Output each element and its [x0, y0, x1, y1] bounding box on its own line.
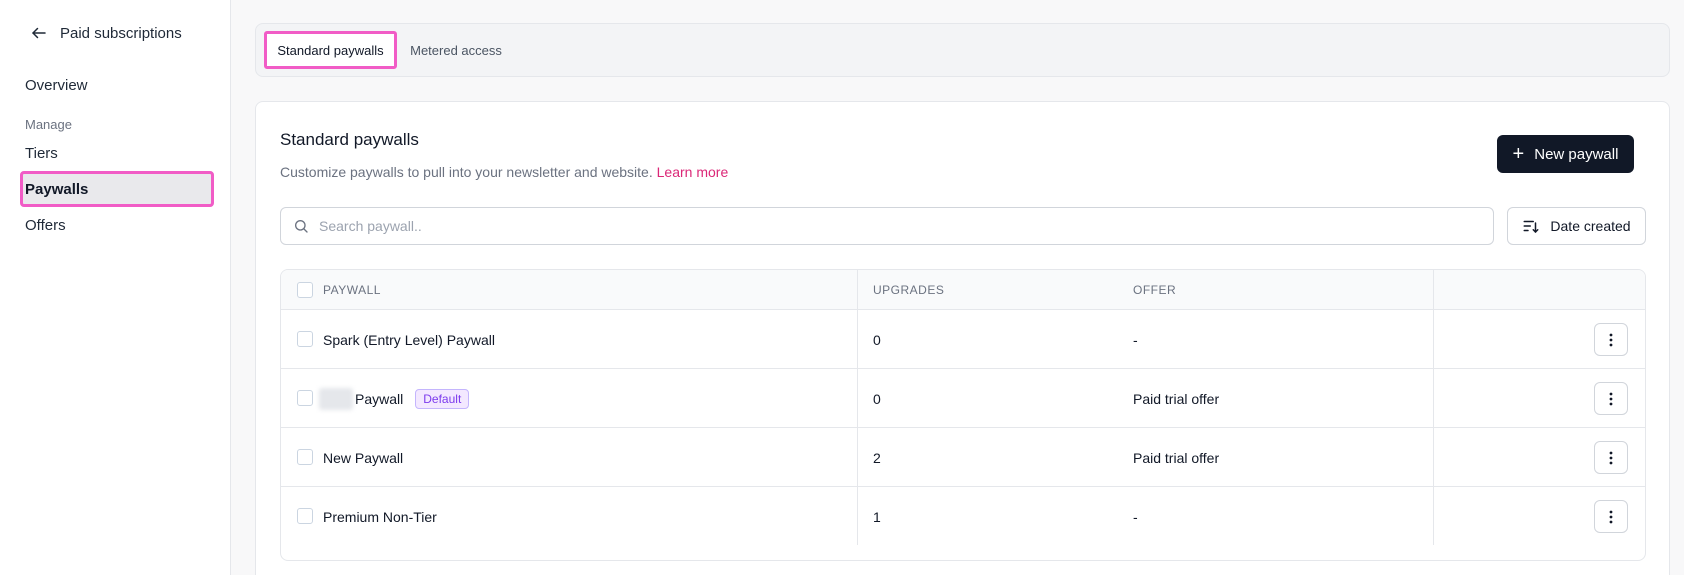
- more-vertical-icon: [1609, 510, 1613, 523]
- description-text: Customize paywalls to pull into your new…: [280, 164, 653, 180]
- paywall-name: Premium Non-Tier: [323, 508, 437, 525]
- search-icon: [295, 220, 308, 233]
- sidebar-item-paywalls[interactable]: Paywalls: [20, 171, 214, 207]
- upgrades-value: 1: [873, 508, 881, 525]
- row-menu-button[interactable]: [1594, 323, 1628, 356]
- column-header-upgrades: UPGRADES: [873, 283, 945, 297]
- upgrades-value: 0: [873, 390, 881, 407]
- paywall-name-cell: Paywall Default: [319, 369, 470, 428]
- select-all-checkbox[interactable]: [297, 282, 313, 298]
- paywall-name: Spark (Entry Level) Paywall: [323, 331, 495, 348]
- page-title: Standard paywalls: [280, 130, 419, 149]
- arrow-left-icon: [32, 27, 46, 39]
- table-row[interactable]: Paywall Default 0 Paid trial offer: [281, 369, 1645, 428]
- row-menu-button[interactable]: [1594, 500, 1628, 533]
- paywalls-table: PAYWALL UPGRADES OFFER Spark (Entry Leve…: [280, 269, 1646, 561]
- column-header-paywall: PAYWALL: [323, 283, 381, 297]
- offer-value: Paid trial offer: [1133, 390, 1220, 407]
- paywalls-card: Standard paywalls Customize paywalls to …: [255, 101, 1670, 575]
- row-menu-button[interactable]: [1594, 382, 1628, 415]
- row-checkbox[interactable]: [297, 508, 313, 524]
- back-link-label: Paid subscriptions: [60, 24, 182, 42]
- sidebar-item-offers[interactable]: Offers: [20, 207, 214, 243]
- more-vertical-icon: [1609, 392, 1613, 405]
- more-vertical-icon: [1609, 333, 1613, 346]
- paywall-name: New Paywall: [323, 449, 404, 466]
- sort-label: Date created: [1550, 218, 1631, 234]
- offer-value: -: [1133, 331, 1138, 348]
- offer-value: -: [1133, 508, 1138, 525]
- sidebar-item-tiers[interactable]: Tiers: [20, 135, 214, 171]
- more-vertical-icon: [1609, 451, 1613, 464]
- offer-value: Paid trial offer: [1133, 449, 1220, 466]
- row-menu-button[interactable]: [1594, 441, 1628, 474]
- new-paywall-label: New paywall: [1534, 145, 1619, 163]
- default-badge: Default: [415, 388, 470, 409]
- sidebar: Paid subscriptions Overview Manage Tiers…: [0, 0, 231, 575]
- page-description: Customize paywalls to pull into your new…: [280, 164, 728, 180]
- search-box: [280, 207, 1494, 245]
- search-input[interactable]: [319, 218, 1469, 234]
- row-checkbox[interactable]: [297, 449, 313, 465]
- upgrades-value: 2: [873, 449, 881, 466]
- learn-more-link[interactable]: Learn more: [657, 164, 729, 180]
- table-row[interactable]: Spark (Entry Level) Paywall 0 -: [281, 310, 1645, 369]
- sidebar-item-overview[interactable]: Overview: [20, 67, 214, 103]
- table-row[interactable]: Premium Non-Tier 1 -: [281, 487, 1645, 546]
- paywall-name: Paywall: [355, 390, 404, 407]
- tab-metered-access[interactable]: Metered access: [406, 31, 506, 69]
- redacted-text: [319, 387, 353, 410]
- column-header-offer: OFFER: [1133, 283, 1177, 297]
- upgrades-value: 0: [873, 331, 881, 348]
- plus-icon: +: [1512, 143, 1525, 165]
- sort-descending-icon: [1523, 220, 1539, 233]
- tab-standard-paywalls[interactable]: Standard paywalls: [264, 31, 397, 69]
- row-checkbox[interactable]: [297, 390, 313, 406]
- row-checkbox[interactable]: [297, 331, 313, 347]
- sidebar-section-manage: Manage: [25, 117, 72, 132]
- sort-button[interactable]: Date created: [1507, 207, 1646, 245]
- tabs-bar: Standard paywalls Metered access: [255, 23, 1670, 77]
- new-paywall-button[interactable]: + New paywall: [1497, 135, 1634, 173]
- back-link[interactable]: Paid subscriptions: [30, 24, 182, 42]
- table-row[interactable]: New Paywall 2 Paid trial offer: [281, 428, 1645, 487]
- table-header: PAYWALL UPGRADES OFFER: [281, 270, 1645, 310]
